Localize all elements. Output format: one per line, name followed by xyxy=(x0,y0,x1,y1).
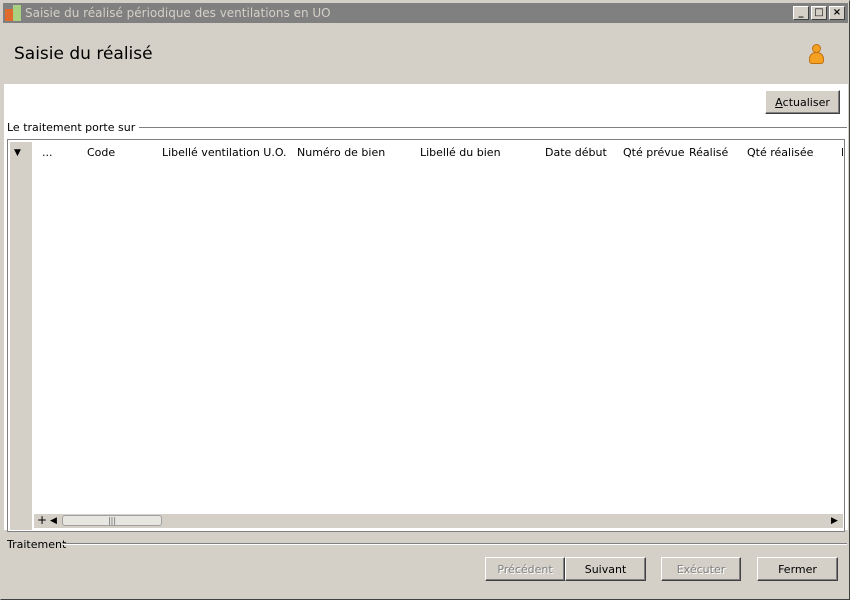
section-divider xyxy=(122,127,847,129)
horizontal-scrollbar-thumb[interactable]: ||| xyxy=(62,515,162,526)
section-label: Le traitement porte sur xyxy=(7,121,140,134)
previous-button[interactable]: Précédent xyxy=(485,557,565,581)
window-title: Saisie du réalisé périodique des ventila… xyxy=(25,6,331,20)
column-header-more[interactable]: ... xyxy=(42,146,53,159)
content-panel: Actualiser Le traitement porte sur ▼ ...… xyxy=(4,84,848,532)
scroll-left-icon[interactable]: ◀ xyxy=(50,515,60,527)
refresh-label: ctualiser xyxy=(782,95,830,109)
close-button[interactable]: Fermer xyxy=(757,557,838,581)
scroll-right-icon[interactable]: ▶ xyxy=(831,515,841,527)
column-header-date-debut[interactable]: Date début xyxy=(545,146,607,159)
column-header-code[interactable]: Code xyxy=(87,146,115,159)
user-icon[interactable] xyxy=(808,44,824,66)
execute-button[interactable]: Exécuter xyxy=(661,557,741,581)
column-header-qte-prevue[interactable]: Qté prévue xyxy=(623,146,685,159)
next-button[interactable]: Suivant xyxy=(565,557,646,581)
page-header: Saisie du réalisé xyxy=(4,24,848,84)
column-header-libelle-bien[interactable]: Libellé du bien xyxy=(420,146,501,159)
page-title: Saisie du réalisé xyxy=(14,44,153,64)
grid-footer-bar: + ◀ ||| ▶ xyxy=(34,513,843,528)
maximize-button[interactable]: □ xyxy=(811,6,827,20)
row-selector-column: ▼ xyxy=(10,142,32,530)
refresh-button[interactable]: Actualiser xyxy=(765,90,840,114)
main-window: Saisie du réalisé périodique des ventila… xyxy=(0,0,850,600)
close-window-button[interactable]: × xyxy=(829,6,845,20)
column-chooser-icon[interactable]: ▼ xyxy=(14,148,21,158)
footer-section-label: Traitement xyxy=(7,538,67,551)
column-header-numero-bien[interactable]: Numéro de bien xyxy=(297,146,385,159)
column-header-qte-realisee[interactable]: Qté réalisée xyxy=(747,146,813,159)
add-row-icon[interactable]: + xyxy=(37,513,47,527)
column-header-libelle-ventilation[interactable]: Libellé ventilation U.O. xyxy=(162,146,287,159)
grid-header: ... Code Libellé ventilation U.O. Numéro… xyxy=(34,142,843,162)
title-bar[interactable]: Saisie du réalisé périodique des ventila… xyxy=(3,3,848,23)
refresh-accesskey: A xyxy=(775,95,783,109)
column-header-truncated[interactable]: D xyxy=(841,146,843,159)
app-icon xyxy=(5,5,21,21)
minimize-button[interactable]: _ xyxy=(793,6,809,20)
footer-divider xyxy=(63,543,847,545)
column-header-realise[interactable]: Réalisé xyxy=(689,146,728,159)
data-grid[interactable]: ▼ ... Code Libellé ventilation U.O. Numé… xyxy=(7,139,845,532)
window-controls: _ □ × xyxy=(793,6,845,20)
